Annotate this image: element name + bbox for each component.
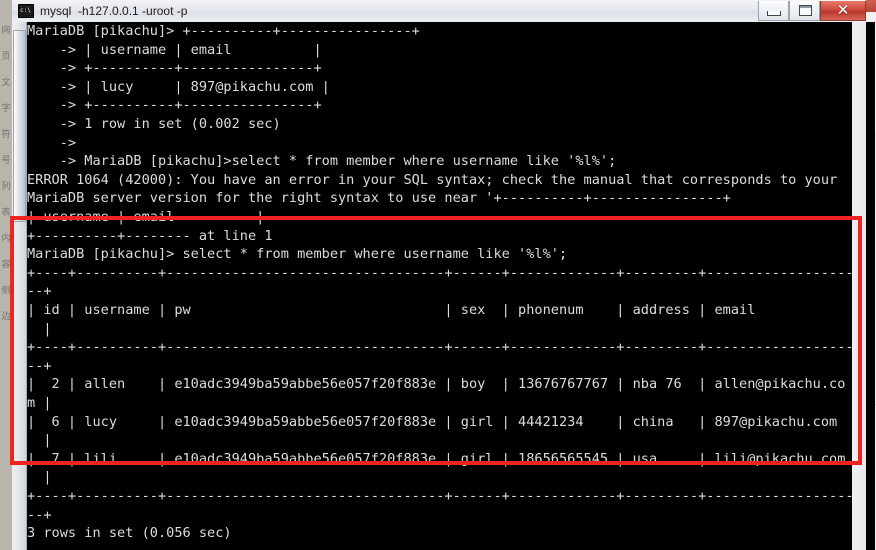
console-icon [18, 4, 34, 18]
terminal-line: | 2 | allen | e10adc3949ba59abbe56e057f2… [27, 376, 846, 393]
terminal-line: --+ [27, 283, 52, 300]
close-button[interactable]: ✕ [820, 1, 866, 21]
terminal-line: MariaDB [pikachu]> +----------+---------… [27, 23, 420, 39]
window-controls: ✕ [758, 0, 866, 22]
background-left-glyphs: 网 页 文 字 符 号 列 表 内 容 侧 边 [1, 26, 11, 322]
maximize-icon [799, 5, 812, 16]
terminal-line: -> 1 row in set (0.002 sec) [27, 116, 281, 132]
terminal-line: | [27, 432, 52, 449]
right-scroll-gutter[interactable] [852, 22, 866, 550]
terminal-output[interactable]: MariaDB [pikachu]> +----------+---------… [26, 22, 875, 550]
terminal-line: ERROR 1064 (42000): You have an error in… [27, 171, 838, 188]
console-window: mysql -h127.0.0.1 -uroot -p ✕ MariaDB [p… [12, 0, 875, 550]
terminal-line: | username | email | [27, 209, 265, 225]
terminal-line: -> [27, 134, 77, 151]
terminal-line: +----+----------+-----------------------… [27, 339, 862, 356]
background-right-topbar [866, 0, 876, 12]
terminal-line: -> | lucy | 897@pikachu.com | [27, 78, 330, 95]
terminal-line: MariaDB [pikachu]> select * from member … [27, 246, 568, 263]
terminal-line: | 7 | lili | e10adc3949ba59abbe56e057f20… [27, 450, 846, 467]
window-title: mysql -h127.0.0.1 -uroot -p [40, 4, 188, 18]
terminal-line: -> +----------+----------------+ [27, 97, 322, 114]
terminal-line: m | [27, 395, 52, 411]
terminal-line: -> | username | email | [27, 41, 322, 58]
terminal-line: MariaDB server version for the right syn… [27, 190, 731, 207]
minimize-icon [767, 11, 781, 16]
terminal-line: -> +----------+----------------+ [27, 60, 322, 77]
terminal-line: | [27, 320, 52, 337]
vertical-scrollbar[interactable] [12, 22, 27, 550]
scrollbar-thumb[interactable] [13, 30, 26, 222]
terminal-line: 3 rows in set (0.056 sec) [27, 525, 232, 542]
terminal-line: | [27, 469, 52, 486]
terminal-line: +----+----------+-----------------------… [27, 488, 862, 504]
terminal-line: --+ [27, 506, 52, 523]
minimize-button[interactable] [758, 1, 789, 21]
screen: 网 页 文 字 符 号 列 表 内 容 侧 边 mysql -h127.0.0.… [0, 0, 876, 550]
window-titlebar[interactable]: mysql -h127.0.0.1 -uroot -p ✕ [12, 0, 866, 23]
terminal-line: +----------+-------- at line 1 [27, 227, 273, 244]
maximize-button[interactable] [789, 1, 820, 21]
close-icon: ✕ [836, 2, 850, 19]
terminal-line: | id | username | pw | sex | phonenum | … [27, 302, 756, 318]
terminal-line: +----+----------+-----------------------… [27, 264, 862, 281]
terminal-line: --+ [27, 357, 52, 374]
terminal-line: -> MariaDB [pikachu]>select * from membe… [27, 153, 617, 170]
terminal-line: | 6 | lucy | e10adc3949ba59abbe56e057f20… [27, 413, 838, 430]
